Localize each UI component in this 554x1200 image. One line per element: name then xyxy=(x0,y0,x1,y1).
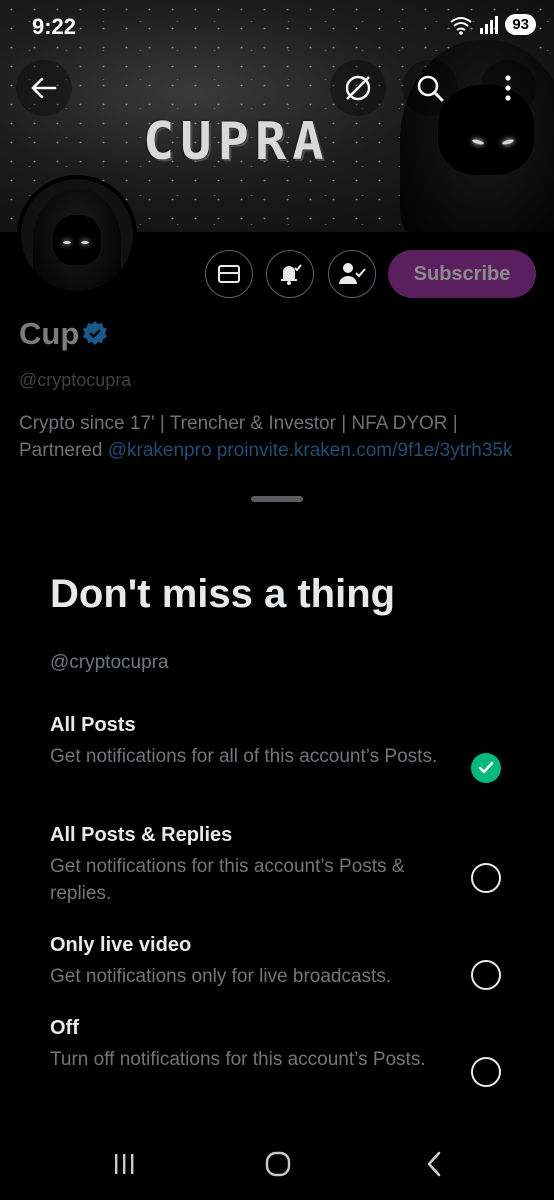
recents-icon xyxy=(115,1154,134,1174)
option-only-live-video[interactable]: Only live video Get notifications only f… xyxy=(50,934,470,990)
more-button[interactable] xyxy=(480,60,536,116)
message-button[interactable] xyxy=(205,250,253,298)
status-bar: 9:22 93 xyxy=(0,0,554,56)
option-all-posts[interactable]: All Posts Get notifications for all of t… xyxy=(50,714,470,770)
avatar[interactable] xyxy=(17,175,137,295)
option-description: Get notifications for all of this accoun… xyxy=(50,746,438,767)
search-icon xyxy=(417,75,444,102)
checkmark-icon xyxy=(478,761,494,774)
nav-back-icon xyxy=(427,1151,441,1177)
bio-mention-link[interactable]: @krakenpro xyxy=(108,440,212,461)
sheet-drag-handle[interactable] xyxy=(251,496,303,502)
option-title: Only live video xyxy=(50,934,192,956)
back-button[interactable] xyxy=(16,60,72,116)
recents-button[interactable] xyxy=(94,1142,154,1186)
profile-handle: @cryptocupra xyxy=(19,370,132,390)
radio-all-posts[interactable] xyxy=(471,753,501,783)
home-button[interactable] xyxy=(248,1142,308,1186)
radio-off[interactable] xyxy=(471,1057,501,1087)
sheet-title: Don't miss a thing xyxy=(50,572,396,616)
system-nav-bar xyxy=(0,1130,554,1200)
radio-all-posts-replies[interactable] xyxy=(471,863,501,893)
option-title: All Posts & Replies xyxy=(50,824,233,846)
status-time: 9:22 xyxy=(32,14,77,39)
search-button[interactable] xyxy=(402,60,458,116)
profile-name: Cup xyxy=(19,316,80,351)
battery-indicator: 93 xyxy=(505,14,536,35)
radio-only-live-video[interactable] xyxy=(471,960,501,990)
option-off[interactable]: Off Turn off notifications for this acco… xyxy=(50,1017,470,1073)
status-icons: 93 xyxy=(449,14,536,35)
person-check-icon xyxy=(339,263,366,284)
option-description: Get notifications for this account’s Pos… xyxy=(50,856,405,904)
notifications-button[interactable] xyxy=(266,250,314,298)
bell-icon xyxy=(281,264,302,285)
option-description: Turn off notifications for this account’… xyxy=(50,1049,426,1070)
profile-bio: Crypto since 17' | Trencher & Investor |… xyxy=(19,410,519,464)
nav-back-button[interactable] xyxy=(404,1142,464,1186)
more-vertical-icon xyxy=(505,75,511,101)
mail-icon xyxy=(218,265,240,283)
grok-button[interactable] xyxy=(330,60,386,116)
bio-url-link[interactable]: proinvite.kraken.com/9f1e/3ytrh35k xyxy=(217,440,513,461)
signal-icon xyxy=(480,15,499,34)
banner-logo: CUPRA xyxy=(143,112,330,172)
grok-icon xyxy=(345,75,371,101)
wifi-icon xyxy=(450,16,472,35)
subscribe-button[interactable]: Subscribe xyxy=(388,250,536,298)
option-title: Off xyxy=(50,1017,79,1039)
back-arrow-icon xyxy=(31,77,57,99)
option-all-posts-replies[interactable]: All Posts & Replies Get notifications fo… xyxy=(50,824,470,907)
option-description: Get notifications only for live broadcas… xyxy=(50,966,392,987)
home-icon xyxy=(265,1151,291,1177)
option-title: All Posts xyxy=(50,714,136,736)
sheet-account-handle: @cryptocupra xyxy=(50,652,169,673)
verified-badge-icon[interactable] xyxy=(82,320,108,346)
follow-status-button[interactable] xyxy=(328,250,376,298)
